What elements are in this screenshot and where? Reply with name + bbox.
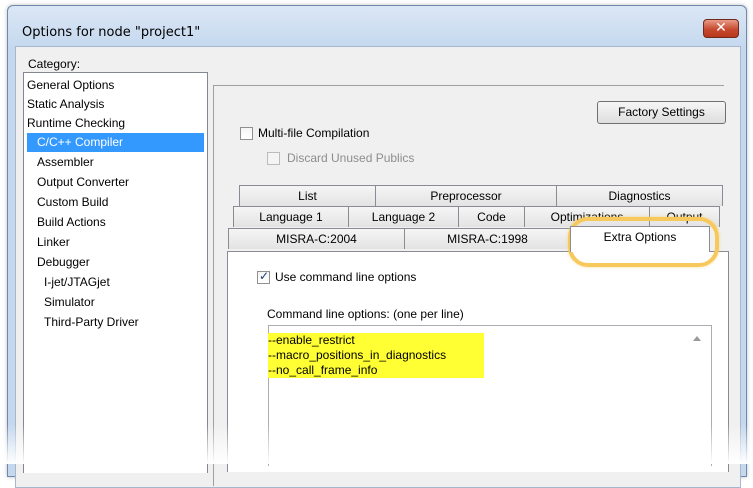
category-item-general-options[interactable]: General Options bbox=[27, 76, 204, 95]
tab-extra-options[interactable]: Extra Options bbox=[570, 226, 710, 252]
title-bar[interactable]: Options for node "project1" ✕ bbox=[8, 6, 746, 46]
category-list[interactable]: General Options Static Analysis Runtime … bbox=[23, 72, 208, 473]
category-item-c-cpp-compiler[interactable]: C/C++ Compiler bbox=[27, 133, 204, 152]
multi-file-compilation-checkbox[interactable] bbox=[240, 127, 253, 140]
discard-unused-publics-label: Discard Unused Publics bbox=[287, 151, 415, 165]
command-line-options-label: Command line options: (one per line) bbox=[267, 307, 464, 321]
close-button[interactable]: ✕ bbox=[703, 19, 739, 38]
category-item-linker[interactable]: Linker bbox=[37, 233, 70, 252]
tab-code[interactable]: Code bbox=[458, 206, 525, 227]
category-item-debugger[interactable]: Debugger bbox=[37, 253, 90, 272]
tab-misra-c-1998[interactable]: MISRA-C:1998 bbox=[404, 228, 571, 249]
factory-settings-button[interactable]: Factory Settings bbox=[597, 101, 726, 124]
command-line-entry: --no_call_frame_info bbox=[268, 363, 484, 378]
use-command-line-options-checkbox[interactable] bbox=[257, 269, 270, 284]
command-line-entry: --macro_positions_in_diagnostics bbox=[268, 348, 484, 363]
tab-list[interactable]: List bbox=[239, 185, 376, 206]
tab-language-1[interactable]: Language 1 bbox=[233, 206, 349, 227]
close-icon: ✕ bbox=[715, 20, 727, 36]
tab-diagnostics[interactable]: Diagnostics bbox=[556, 185, 723, 206]
category-item-runtime-checking[interactable]: Runtime Checking bbox=[27, 114, 204, 133]
bottom-fade-overlay bbox=[0, 424, 753, 464]
command-line-entry: --enable_restrict bbox=[268, 333, 484, 348]
category-item-assembler[interactable]: Assembler bbox=[37, 153, 94, 172]
multi-file-compilation-label: Multi-file Compilation bbox=[258, 126, 370, 140]
category-item-third-party-driver[interactable]: Third-Party Driver bbox=[44, 313, 139, 332]
dialog-title: Options for node "project1" bbox=[22, 25, 201, 40]
discard-unused-publics-checkbox bbox=[267, 152, 280, 165]
tab-misra-c-2004[interactable]: MISRA-C:2004 bbox=[228, 228, 405, 249]
scroll-up-arrow-icon[interactable] bbox=[693, 336, 701, 341]
tab-language-2[interactable]: Language 2 bbox=[348, 206, 459, 227]
category-label: Category: bbox=[28, 57, 81, 71]
category-item-simulator[interactable]: Simulator bbox=[44, 293, 95, 312]
category-item-output-converter[interactable]: Output Converter bbox=[37, 173, 129, 192]
tab-preprocessor[interactable]: Preprocessor bbox=[375, 185, 557, 206]
category-item-static-analysis[interactable]: Static Analysis bbox=[27, 95, 204, 114]
use-command-line-options-label: Use command line options bbox=[275, 270, 417, 284]
category-item-custom-build[interactable]: Custom Build bbox=[37, 193, 108, 212]
category-item-ijet-jtagjet[interactable]: I-jet/JTAGjet bbox=[44, 273, 110, 292]
category-item-build-actions[interactable]: Build Actions bbox=[37, 213, 106, 232]
